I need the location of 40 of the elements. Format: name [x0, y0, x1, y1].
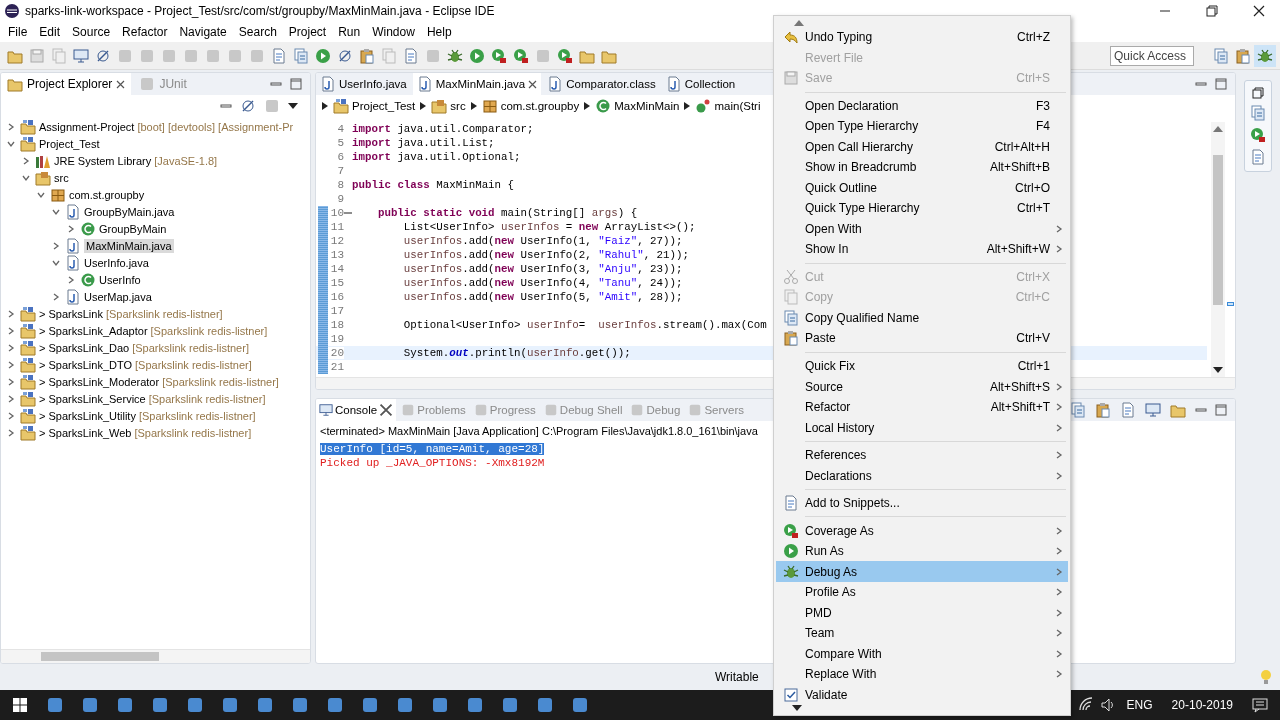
- status-text: Writable: [715, 670, 759, 684]
- code-line: Optional<UserInfo> userInfo= userInfos.stream().max(Com: [402, 319, 767, 331]
- code-line: public class MaxMinMain {: [352, 179, 515, 191]
- code-line: public static void main(String[] args) {: [376, 207, 638, 219]
- window-title: sparks-link-workspace - Project_Test/src/com/st/groupby/MaxMinMain.java - Eclipse IDE: [25, 4, 495, 18]
- line-number: 13: [328, 249, 344, 261]
- line-number: 19: [328, 333, 344, 345]
- code-line: import java.util.List;: [352, 137, 495, 149]
- tree-item-decoration: [Sparkslink redis-listner]: [135, 358, 252, 371]
- line-number: 17: [328, 305, 344, 317]
- tree-item-decoration: [Sparkslink redis-listner]: [105, 307, 223, 320]
- code-line: userInfos.add(new UserInfo(4, "Tanu", 24));: [402, 277, 683, 289]
- code-line: System.out.println(userInfo.get());: [402, 347, 631, 359]
- line-number: 15: [328, 277, 344, 289]
- tree-item-decoration: [Sparkslink redis-listner]: [148, 392, 266, 405]
- code-line: userInfos.add(new UserInfo(3, "Anju", 23));: [402, 263, 683, 275]
- line-number: 18: [328, 319, 344, 331]
- code-line: userInfos.add(new UserInfo(1, "Faiz", 27));: [402, 235, 683, 247]
- line-number: 21: [328, 361, 344, 373]
- console-output: Picked up _JAVA_OPTIONS: -Xmx8192M: [320, 457, 545, 469]
- code-line: List<UserInfo> userInfos = new ArrayList<>();: [402, 221, 696, 233]
- tree-item-decoration: [Sparkslink redis-listner]: [150, 324, 268, 337]
- tree-item-decoration: [JavaSE-1.8]: [154, 154, 218, 167]
- tree-item-decoration: [Sparkslink redis-listner]: [162, 375, 279, 388]
- code-line: userInfos.add(new UserInfo(2, "Rahul", 21));: [402, 249, 689, 261]
- line-number: 16: [328, 291, 344, 303]
- tree-item-decoration: [Sparkslink redis-listner]: [132, 341, 249, 354]
- tree-item-decoration: [boot] [devtools] [Assignment-Pr: [137, 120, 294, 133]
- line-number: 10: [328, 207, 344, 219]
- code-line: userInfos.add(new UserInfo(5, "Amit", 28));: [402, 291, 683, 303]
- line-number: 14: [328, 263, 344, 275]
- line-number: 20: [328, 347, 344, 359]
- console-output: UserInfo [id=5, name=Amit, age=28]: [320, 443, 545, 455]
- tree-item-decoration: [Sparkslink redis-listner]: [134, 426, 252, 439]
- code-line: import java.util.Optional;: [352, 151, 521, 163]
- code-line: import java.util.Comparator;: [352, 123, 534, 135]
- console-header: <terminated> MaxMinMain [Java Application] C:\Program Files\Java\jdk1.8.0_161\bin\java: [320, 425, 758, 437]
- line-number: 11: [328, 221, 344, 233]
- tree-item-decoration: [Sparkslink redis-listner]: [138, 409, 256, 422]
- line-number: 12: [328, 235, 344, 247]
